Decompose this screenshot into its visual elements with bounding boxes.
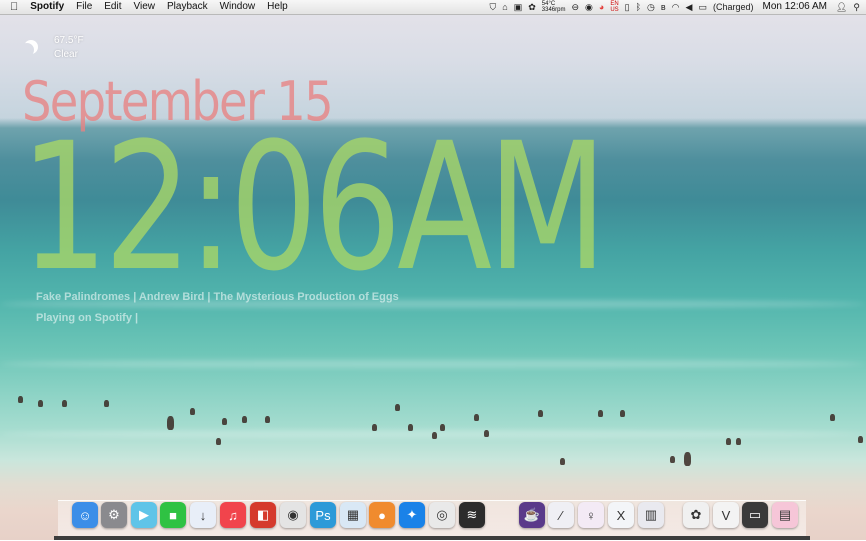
now-playing-source: Playing on Spotify | [36,312,139,324]
bluetooth-icon[interactable]: ᛒ [633,0,644,14]
spotlight-icon[interactable]: ⚲ [850,0,866,14]
weather-condition: Clear [54,49,78,60]
sync-icon[interactable]: ✿ [525,0,539,14]
pie-chart-icon[interactable]: ◕ [596,0,607,14]
safari-dock-icon[interactable]: ✦ [399,502,425,528]
preview-dock-icon[interactable]: ▦ [340,502,366,528]
spotify-dock-icon[interactable]: ≋ [459,502,485,528]
system-preferences-dock-icon[interactable]: ⚙ [101,502,127,528]
input-source-bottom: US [610,7,619,13]
final-cut-dock-icon[interactable]: ▶ [131,502,157,528]
edit-menu[interactable]: Edit [98,0,127,14]
photo-booth-dock-icon[interactable]: ◧ [250,502,276,528]
color-strip-dock-icon[interactable]: ▥ [638,502,664,528]
chrome-dock-icon[interactable]: ◎ [429,502,455,528]
moon-icon [24,40,38,54]
battery-status[interactable]: (Charged) [710,0,757,14]
now-playing-track: Fake Palindromes | Andrew Bird | The Mys… [36,291,399,303]
time-display: 12:06AM [20,105,607,310]
home-icon[interactable]: ⌂ [499,0,510,14]
terminal-dock-icon[interactable]: ▭ [742,502,768,528]
downloads-dock-icon[interactable]: ↓ [190,502,216,528]
weather-widget: 67.5°F Clear [24,34,84,62]
do-not-disturb-icon[interactable]: ⊖ [568,0,582,14]
x-app-dock-icon[interactable]: X [608,502,634,528]
app-menu[interactable]: Spotify [24,0,70,14]
view-menu[interactable]: View [128,0,162,14]
bluetooth-alt-icon[interactable]: ʙ [658,0,669,14]
monitor-icon[interactable]: ▣ [511,0,526,14]
ball-icon[interactable]: ◉ [582,0,596,14]
facetime-dock-icon[interactable]: ■ [160,502,186,528]
camera-dock-icon[interactable]: ◉ [280,502,306,528]
shield-icon[interactable]: ⛉ [487,0,500,14]
vine-dock-icon[interactable]: V [713,502,739,528]
finder-dock-icon[interactable]: ☺ [72,502,98,528]
game-center-dock-icon[interactable]: ● [369,502,395,528]
input-source[interactable]: EN US [607,1,621,13]
photoshop-dock-icon[interactable]: Ps [310,502,336,528]
wifi-icon[interactable]: ◠ [669,0,683,14]
time-machine-icon[interactable]: ◷ [644,0,658,14]
wave-highlight [0,360,866,368]
playback-menu[interactable]: Playback [161,0,214,14]
apple-menu-icon[interactable]:  [0,1,24,13]
phone-icon[interactable]: ▯ [622,0,633,14]
battery-icon[interactable]: ▭ [695,0,710,14]
menubar-clock[interactable]: Mon 12:06 AM [756,0,832,14]
weather-temperature: 67.5°F [54,35,84,46]
lightbulb-dock-icon[interactable]: ♀ [578,502,604,528]
user-icon[interactable]: 👤︎ [833,0,850,14]
fan-speed: 3346rpm [541,7,566,13]
menu-bar:  Spotify File Edit View Playback Window… [0,0,866,15]
volume-icon[interactable]: ◀ [683,0,696,14]
flower-dock-icon[interactable]: ✿ [683,502,709,528]
notes-dock-icon[interactable]: ▤ [772,502,798,528]
help-menu[interactable]: Help [261,0,294,14]
temperature-monitor[interactable]: 54°C 3346rpm [539,1,569,13]
dock-base [54,536,810,540]
file-menu[interactable]: File [70,0,98,14]
menu-extras: ⛉ ⌂ ▣ ✿ 54°C 3346rpm ⊖ ◉ ◕ EN US ▯ ᛒ ◷ ʙ… [487,0,866,14]
pen-tool-dock-icon[interactable]: ∕ [548,502,574,528]
alfred-dock-icon[interactable]: ☕ [519,502,545,528]
music-dock-icon[interactable]: ♫ [220,502,246,528]
window-menu[interactable]: Window [214,0,262,14]
